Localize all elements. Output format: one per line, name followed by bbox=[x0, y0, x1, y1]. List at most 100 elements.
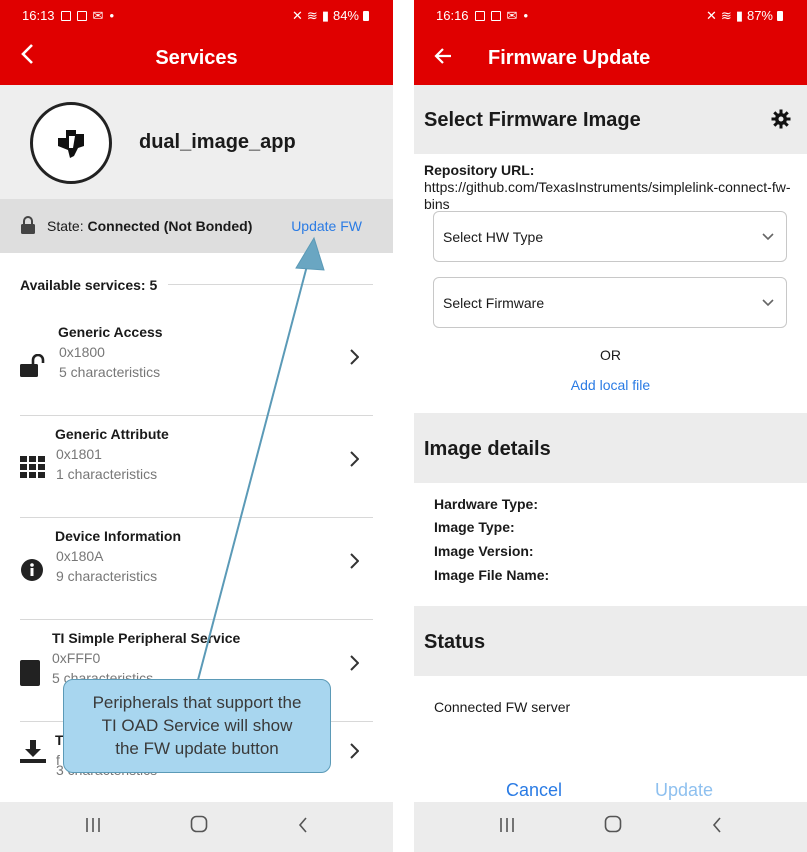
service-characteristics: 9 characteristics bbox=[56, 568, 158, 584]
signal-icon: ▮ bbox=[735, 7, 743, 23]
battery-icon bbox=[777, 10, 783, 21]
cancel-button[interactable]: Cancel bbox=[506, 780, 562, 801]
back-chevron-icon[interactable] bbox=[20, 43, 34, 69]
state-text: State: Connected (Not Bonded) bbox=[47, 218, 252, 234]
app-bar: Services bbox=[0, 31, 393, 85]
back-nav-icon[interactable] bbox=[712, 816, 722, 839]
notification-icon bbox=[490, 10, 501, 21]
service-item-generic-attribute[interactable]: Generic Attribute 0x1801 1 characteristi… bbox=[20, 416, 373, 518]
gallery-icon bbox=[60, 10, 71, 21]
firmware-placeholder: Select Firmware bbox=[443, 295, 545, 311]
status-bar: 16:13 ✉ • ✕ ≋ ▮ 84% bbox=[0, 0, 393, 31]
gallery-icon bbox=[474, 10, 485, 21]
status-message: Connected FW server bbox=[434, 699, 571, 715]
image-file-name-label: Image File Name: bbox=[434, 567, 550, 583]
recents-icon[interactable] bbox=[85, 816, 101, 839]
image-details-header: Image details bbox=[414, 413, 807, 483]
hardware-type-label: Hardware Type: bbox=[434, 496, 538, 512]
info-icon bbox=[20, 558, 46, 584]
firmware-select[interactable]: Select Firmware bbox=[433, 277, 787, 328]
back-arrow-icon[interactable] bbox=[434, 43, 452, 69]
callout-line: the FW update button bbox=[115, 739, 279, 758]
dot-icon: • bbox=[523, 8, 529, 23]
hw-type-select[interactable]: Select HW Type bbox=[433, 211, 787, 262]
annotation-callout: Peripherals that support the TI OAD Serv… bbox=[63, 679, 331, 773]
firmware-update-screen: 16:16 ✉ • ✕ ≋ ▮ 87% Firmware Update Sele… bbox=[414, 0, 807, 852]
home-icon[interactable] bbox=[190, 815, 208, 839]
update-button[interactable]: Update bbox=[655, 780, 713, 801]
android-nav-bar bbox=[0, 802, 393, 852]
wifi-icon: ≋ bbox=[720, 7, 732, 23]
connection-state-bar: State: Connected (Not Bonded) Update FW bbox=[0, 199, 393, 253]
gear-icon[interactable] bbox=[771, 109, 791, 134]
state-label: State: bbox=[47, 218, 84, 234]
section-title: Select Firmware Image bbox=[424, 109, 641, 131]
add-local-file-link[interactable]: Add local file bbox=[414, 377, 807, 393]
download-icon bbox=[20, 740, 46, 766]
status-header: Status bbox=[414, 606, 807, 676]
lock-icon bbox=[20, 216, 36, 239]
ti-logo-icon bbox=[30, 102, 112, 184]
page-title: Services bbox=[155, 46, 238, 69]
update-fw-button[interactable]: Update FW bbox=[291, 218, 362, 234]
repo-url-value: https://github.com/TexasInstruments/simp… bbox=[424, 179, 791, 212]
service-uuid: 0xFFF0 bbox=[52, 650, 101, 666]
service-name: Generic Attribute bbox=[55, 426, 169, 442]
notification-icon bbox=[76, 10, 87, 21]
recents-icon[interactable] bbox=[499, 816, 515, 839]
service-uuid: 0x180A bbox=[56, 548, 104, 564]
app-bar: Firmware Update bbox=[414, 31, 807, 85]
image-version-label: Image Version: bbox=[434, 543, 534, 559]
service-characteristics: 1 characteristics bbox=[56, 466, 158, 482]
chevron-right-icon bbox=[349, 552, 360, 575]
status-bar: 16:16 ✉ • ✕ ≋ ▮ 87% bbox=[414, 0, 807, 31]
service-item-device-information[interactable]: Device Information 0x180A 9 characterist… bbox=[20, 518, 373, 620]
service-name: Generic Access bbox=[58, 324, 163, 340]
service-characteristics: 5 characteristics bbox=[59, 364, 161, 380]
home-icon[interactable] bbox=[604, 815, 622, 839]
image-type-label: Image Type: bbox=[434, 519, 515, 535]
grid-icon bbox=[20, 456, 46, 482]
service-uuid: 0x1800 bbox=[59, 344, 105, 360]
status-time: 16:13 bbox=[22, 8, 55, 23]
section-title: Image details bbox=[424, 438, 551, 460]
hw-type-placeholder: Select HW Type bbox=[443, 229, 544, 245]
status-time: 16:16 bbox=[436, 8, 469, 23]
page-title: Firmware Update bbox=[488, 46, 651, 69]
chevron-right-icon bbox=[349, 742, 360, 765]
chevron-right-icon bbox=[349, 654, 360, 677]
battery-icon bbox=[363, 10, 369, 21]
mail-icon: ✉ bbox=[92, 7, 104, 23]
tablet-icon bbox=[20, 660, 46, 686]
lock-open-icon bbox=[20, 353, 46, 380]
service-name: Device Information bbox=[55, 528, 182, 544]
battery-level: 87% bbox=[746, 8, 773, 23]
chevron-down-icon bbox=[762, 228, 774, 246]
available-services-heading: Available services: 5 bbox=[20, 277, 158, 293]
service-item-generic-access[interactable]: Generic Access 0x1800 5 characteristics bbox=[20, 314, 373, 416]
device-header: dual_image_app bbox=[0, 85, 393, 199]
section-title: Status bbox=[424, 631, 486, 653]
service-uuid: 0x1801 bbox=[56, 446, 102, 462]
state-value: Connected (Not Bonded) bbox=[87, 218, 253, 234]
mute-icon: ✕ bbox=[292, 7, 303, 23]
callout-line: Peripherals that support the bbox=[92, 693, 302, 712]
android-nav-bar bbox=[414, 802, 807, 852]
back-nav-icon[interactable] bbox=[298, 816, 308, 839]
mail-icon: ✉ bbox=[506, 7, 518, 23]
device-name: dual_image_app bbox=[139, 131, 296, 153]
or-separator: OR bbox=[600, 347, 621, 363]
chevron-right-icon bbox=[349, 348, 360, 371]
wifi-icon: ≋ bbox=[306, 7, 318, 23]
repository-url: Repository URL: https://github.com/Texas… bbox=[424, 162, 799, 213]
service-name: TI Simple Peripheral Service bbox=[52, 630, 241, 646]
repo-label: Repository URL: bbox=[424, 162, 535, 178]
chevron-down-icon bbox=[762, 294, 774, 312]
signal-icon: ▮ bbox=[321, 7, 329, 23]
mute-icon: ✕ bbox=[706, 7, 717, 23]
battery-level: 84% bbox=[332, 8, 359, 23]
divider bbox=[168, 284, 373, 285]
chevron-right-icon bbox=[349, 450, 360, 473]
callout-line: TI OAD Service will show bbox=[101, 716, 293, 735]
dot-icon: • bbox=[109, 8, 115, 23]
